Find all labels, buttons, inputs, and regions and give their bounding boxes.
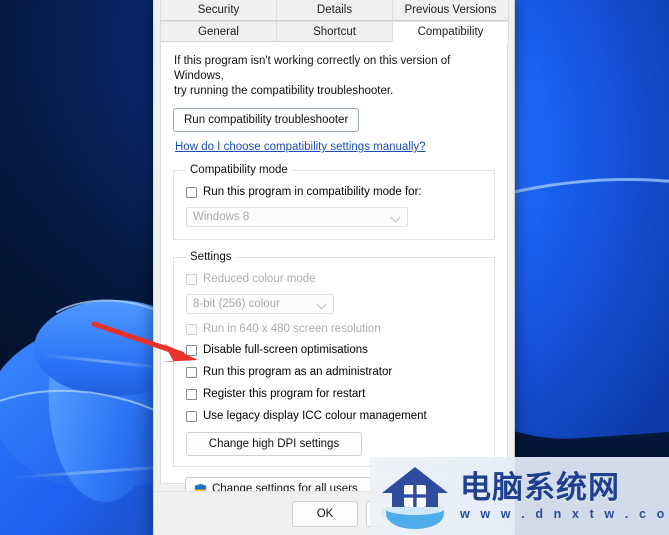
- program-properties-dialog: Security Details Previous Versions Gener…: [153, 0, 515, 535]
- site-watermark: 电脑系统网 w w w . d n x t w . c o m: [370, 457, 669, 535]
- settings-group: Settings Reduced colour mode 8-bit (256)…: [173, 251, 495, 467]
- chevron-down-icon: [392, 213, 401, 222]
- tab-shortcut[interactable]: Shortcut: [276, 21, 393, 42]
- settings-legend: Settings: [190, 251, 232, 263]
- change-high-dpi-settings-button[interactable]: Change high DPI settings: [186, 432, 362, 456]
- chevron-down-icon: [318, 300, 327, 309]
- colour-depth-select: 8-bit (256) colour: [186, 294, 334, 314]
- watermark-site-url: w w w . d n x t w . c o m: [460, 507, 669, 521]
- run-in-compatibility-mode-row[interactable]: Run this program in compatibility mode f…: [186, 186, 484, 199]
- register-for-restart-label: Register this program for restart: [203, 388, 366, 400]
- legacy-icc-row[interactable]: Use legacy display ICC colour management: [186, 410, 484, 423]
- intro-text: If this program isn't working correctly …: [174, 54, 495, 99]
- disable-fullscreen-checkbox[interactable]: [186, 345, 197, 356]
- disable-fullscreen-label: Disable full-screen optimisations: [203, 344, 368, 356]
- compatibility-tab-panel: If this program isn't working correctly …: [160, 42, 508, 501]
- compatibility-mode-select-value: Windows 8: [193, 211, 250, 223]
- run-in-compatibility-mode-label: Run this program in compatibility mode f…: [203, 186, 422, 198]
- low-resolution-checkbox: [186, 324, 197, 335]
- run-as-administrator-label: Run this program as an administrator: [203, 366, 393, 378]
- run-in-compatibility-mode-checkbox[interactable]: [186, 187, 197, 198]
- reduced-colour-mode-checkbox: [186, 274, 197, 285]
- house-shield-logo-icon: [382, 467, 448, 529]
- tab-previous-versions[interactable]: Previous Versions: [392, 0, 509, 21]
- low-resolution-row: Run in 640 x 480 screen resolution: [186, 323, 484, 336]
- compatibility-mode-group: Compatibility mode Run this program in c…: [173, 164, 495, 240]
- tab-row-2: General Shortcut Compatibility: [160, 21, 509, 42]
- ok-button[interactable]: OK: [292, 500, 358, 527]
- compatibility-mode-select[interactable]: Windows 8: [186, 207, 408, 227]
- run-as-administrator-checkbox[interactable]: [186, 367, 197, 378]
- register-for-restart-row[interactable]: Register this program for restart: [186, 388, 484, 401]
- legacy-icc-label: Use legacy display ICC colour management: [203, 410, 427, 422]
- tab-general[interactable]: General: [160, 21, 277, 42]
- colour-depth-select-value: 8-bit (256) colour: [193, 298, 280, 310]
- disable-fullscreen-row[interactable]: Disable full-screen optimisations: [186, 344, 484, 357]
- low-resolution-label: Run in 640 x 480 screen resolution: [203, 323, 381, 335]
- run-compatibility-troubleshooter-button[interactable]: Run compatibility troubleshooter: [173, 108, 360, 132]
- compatibility-mode-legend: Compatibility mode: [190, 164, 288, 176]
- legacy-icc-checkbox[interactable]: [186, 411, 197, 422]
- intro-line-2: try running the compatibility troublesho…: [174, 85, 394, 97]
- tab-security[interactable]: Security: [160, 0, 277, 21]
- tab-details[interactable]: Details: [276, 0, 393, 21]
- reduced-colour-mode-row: Reduced colour mode: [186, 273, 484, 286]
- tab-row-1: Security Details Previous Versions: [160, 0, 509, 21]
- register-for-restart-checkbox[interactable]: [186, 389, 197, 400]
- watermark-site-name: 电脑系统网: [460, 470, 620, 506]
- tab-compatibility[interactable]: Compatibility: [392, 21, 509, 42]
- compatibility-help-link[interactable]: How do I choose compatibility settings m…: [175, 141, 426, 153]
- tab-strip: Security Details Previous Versions Gener…: [154, 0, 514, 42]
- watermark-text: 电脑系统网 w w w . d n x t w . c o m: [460, 471, 669, 521]
- run-as-administrator-row[interactable]: Run this program as an administrator: [186, 366, 484, 379]
- intro-line-1: If this program isn't working correctly …: [174, 55, 451, 82]
- reduced-colour-mode-label: Reduced colour mode: [203, 273, 316, 285]
